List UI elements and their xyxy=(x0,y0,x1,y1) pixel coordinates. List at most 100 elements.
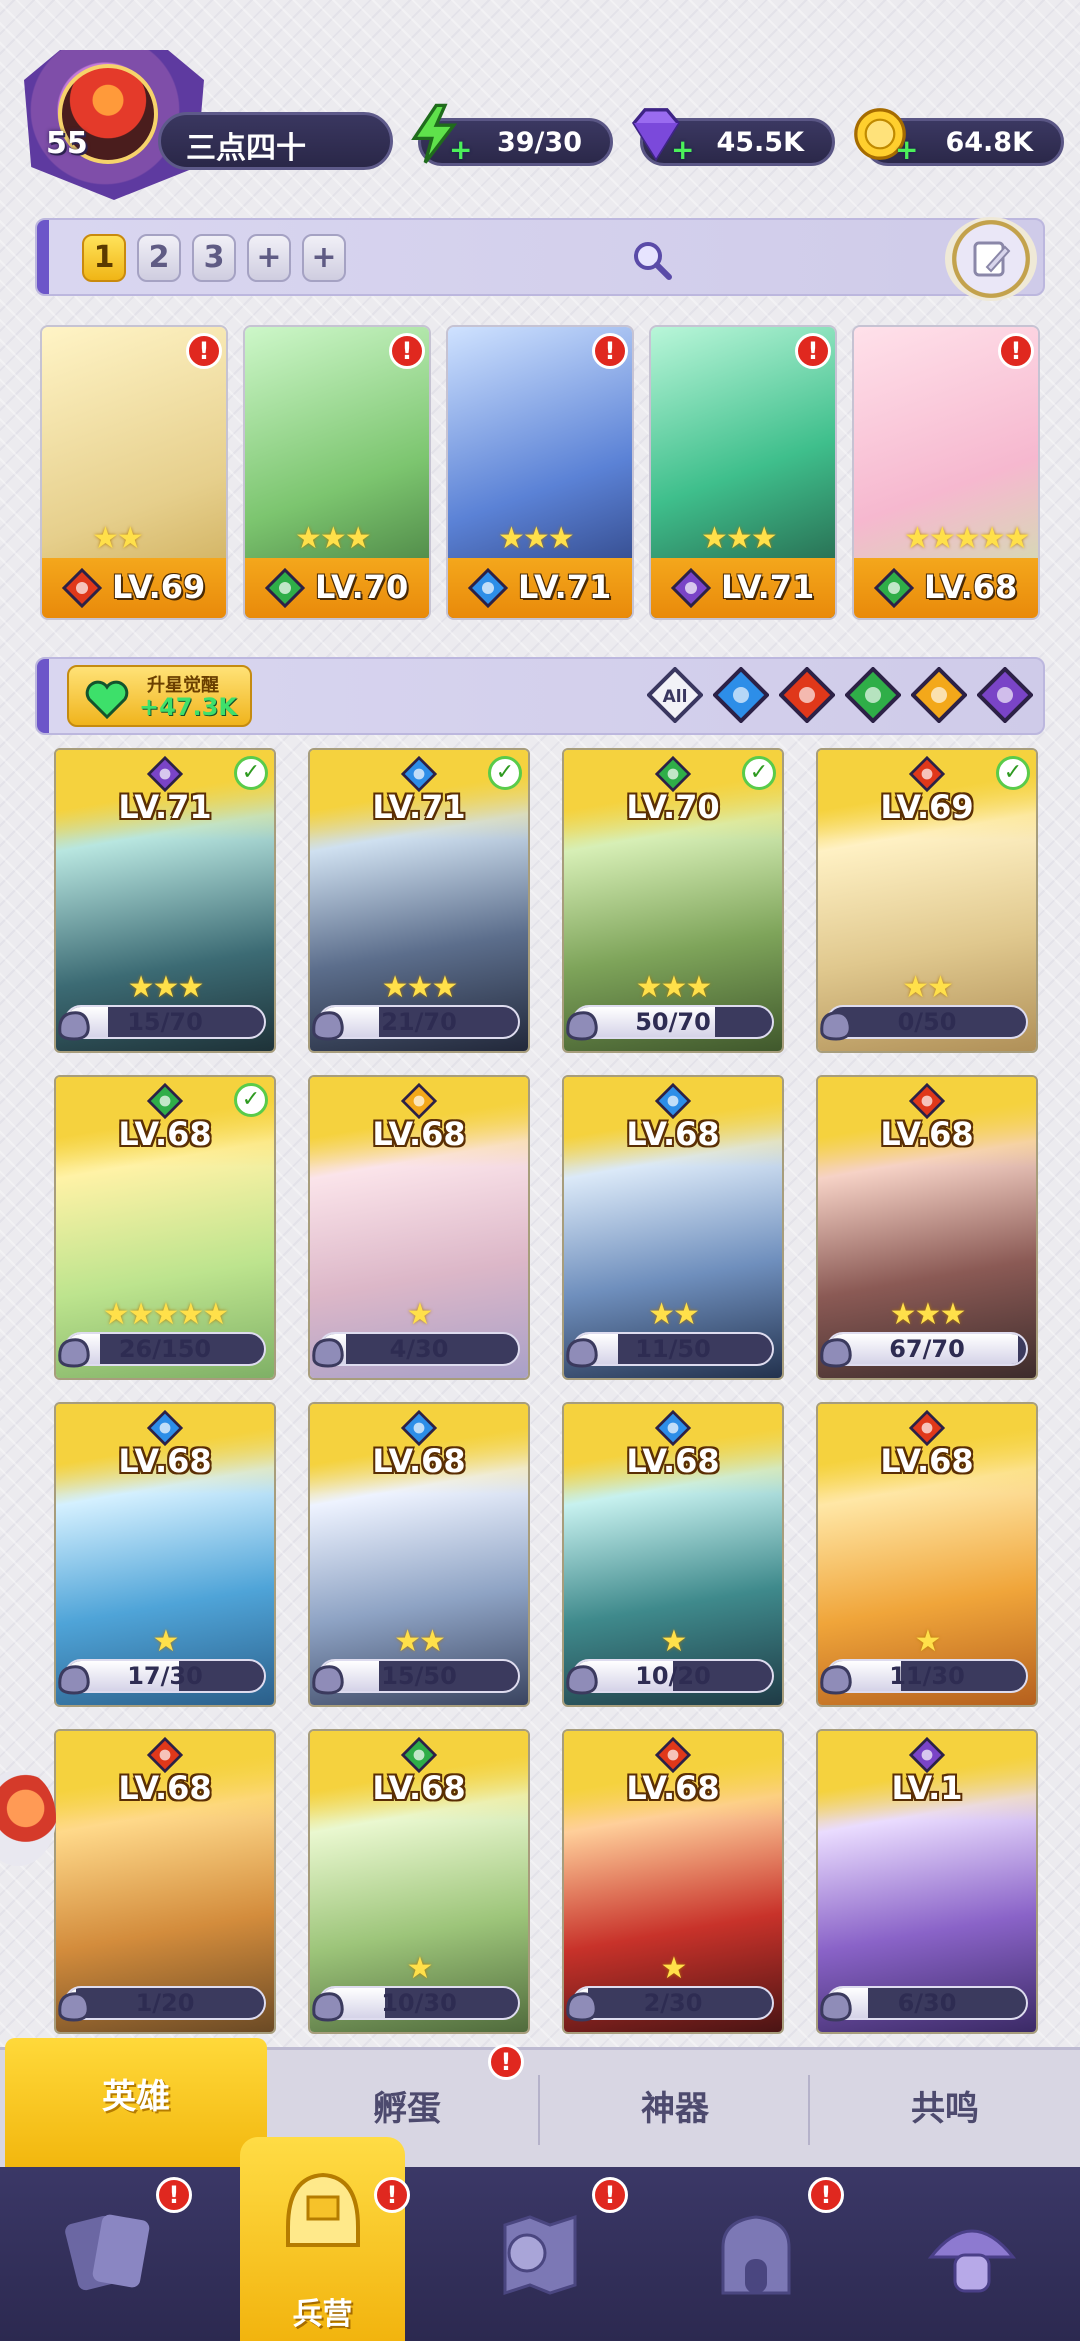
tab-resonance[interactable]: 共鸣 xyxy=(810,2050,1080,2170)
nav-mushroom[interactable] xyxy=(864,2167,1080,2341)
hero-level: LV.68 xyxy=(372,1442,466,1480)
water-element-icon xyxy=(400,755,438,793)
edit-team-button[interactable] xyxy=(945,217,1037,301)
hero-stars: ★★★ xyxy=(701,521,778,556)
hero-fragment-icon xyxy=(566,1338,598,1368)
star-awaken-button[interactable]: 升星觉醒 +47.3K xyxy=(67,665,252,727)
filter-fire-icon[interactable] xyxy=(779,667,835,723)
hero-fragment-icon xyxy=(312,1338,344,1368)
nav-cards[interactable]: ! xyxy=(0,2167,216,2341)
add-team-button-2[interactable]: + xyxy=(302,234,346,282)
tab-artifacts[interactable]: 神器 xyxy=(540,2050,810,2170)
check-icon: ✓ xyxy=(488,756,522,790)
add-team-button[interactable]: + xyxy=(247,234,291,282)
fire-element-icon xyxy=(908,755,946,793)
hero-card[interactable]: LV.68 1/20 xyxy=(54,1729,276,2034)
hero-fragment-icon xyxy=(58,1992,90,2022)
gem-resource[interactable]: + 45.5K xyxy=(631,108,835,166)
nav-barracks[interactable]: 兵营 ! xyxy=(240,2137,410,2341)
filter-light-icon[interactable] xyxy=(911,667,967,723)
edit-icon xyxy=(973,241,1011,277)
hero-stars: ★★★★★ xyxy=(904,521,1030,556)
hero-card[interactable]: LV.68 ★★ 15/50 xyxy=(308,1402,530,1707)
water-element-icon xyxy=(467,567,509,609)
hero-level: LV.71 xyxy=(518,568,612,606)
hero-stars: ★★★ xyxy=(381,970,459,1005)
barracks-alert-icon: ! xyxy=(374,2177,410,2213)
hero-stars: ★★★ xyxy=(295,521,372,556)
search-icon[interactable] xyxy=(630,238,674,282)
hero-fragment-icon xyxy=(58,1338,90,1368)
hero-card[interactable]: ✓ LV.71 ★★★ 21/70 xyxy=(308,748,530,1053)
hero-stars: ★★ xyxy=(92,521,144,556)
water-element-icon xyxy=(654,1082,692,1120)
hero-card[interactable]: LV.68 ★ 11/30 xyxy=(816,1402,1038,1707)
hero-card[interactable]: LV.68 ★ 4/30 xyxy=(308,1075,530,1380)
hero-card[interactable]: LV.68 ★★★ 67/70 xyxy=(816,1075,1038,1380)
team-hero-card[interactable]: ★★★★★ LV.68 ! xyxy=(852,325,1040,620)
filter-wind-icon[interactable] xyxy=(845,667,901,723)
tab-heroes[interactable]: 英雄 xyxy=(5,2038,267,2170)
hero-card[interactable]: ✓ LV.68 ★★★★★ 26/150 xyxy=(54,1075,276,1380)
nav-map[interactable]: ! xyxy=(432,2167,648,2341)
hero-card[interactable]: LV.68 ★ 2/30 xyxy=(562,1729,784,2034)
sub-tabs: 英雄 孵蛋 ! 神器 共鸣 xyxy=(0,2038,1080,2170)
team-selector-bar: 1 2 3 + + xyxy=(35,217,1045,301)
castle-icon xyxy=(721,2215,791,2295)
hero-card[interactable]: LV.68 ★ 10/30 xyxy=(308,1729,530,2034)
hero-stars: ★★ xyxy=(902,970,954,1005)
check-icon: ✓ xyxy=(234,756,268,790)
map-alert-icon: ! xyxy=(592,2177,628,2213)
hero-fragment-icon xyxy=(566,1011,598,1041)
add-gems-icon[interactable]: + xyxy=(671,133,694,166)
team-hero-card[interactable]: ★★★ LV.71 ! xyxy=(446,325,634,620)
wind-element-icon xyxy=(146,1082,184,1120)
hero-stars: ★ xyxy=(406,1951,434,1986)
hero-level: LV.68 xyxy=(880,1442,974,1480)
team-hero-card[interactable]: ★★★ LV.70 ! xyxy=(243,325,431,620)
hero-card[interactable]: ✓ LV.71 ★★★ 15/70 xyxy=(54,748,276,1053)
hero-level: LV.68 xyxy=(880,1115,974,1153)
add-energy-icon[interactable]: + xyxy=(449,133,472,166)
hero-card[interactable]: LV.68 ★★ 11/50 xyxy=(562,1075,784,1380)
helmet-icon xyxy=(286,2172,360,2247)
filter-water-icon[interactable] xyxy=(713,667,769,723)
gold-resource[interactable]: + 64.8K xyxy=(854,108,1064,166)
hero-alert-icon: ! xyxy=(998,333,1034,369)
gold-value: 64.8K xyxy=(945,127,1033,158)
hero-level: LV.68 xyxy=(118,1115,212,1153)
check-icon: ✓ xyxy=(996,756,1030,790)
chat-avatar-bubble[interactable] xyxy=(0,1770,56,1866)
hero-level: LV.70 xyxy=(315,568,409,606)
nav-castle[interactable]: ! xyxy=(648,2167,864,2341)
hero-stars: ★★★ xyxy=(635,970,713,1005)
team-tab-2[interactable]: 2 xyxy=(137,234,181,282)
player-name-pill: 三点四十 xyxy=(158,112,393,170)
light-element-icon xyxy=(400,1082,438,1120)
team-tab-3[interactable]: 3 xyxy=(192,234,236,282)
energy-value: 39/30 xyxy=(496,127,582,158)
hero-stars: ★★ xyxy=(394,1624,446,1659)
team-hero-card[interactable]: ★★★ LV.71 ! xyxy=(649,325,837,620)
energy-resource[interactable]: + 39/30 xyxy=(411,103,613,166)
filter-all-icon[interactable]: All xyxy=(647,667,703,723)
hero-card[interactable]: LV.1 6/30 xyxy=(816,1729,1038,2034)
add-gold-icon[interactable]: + xyxy=(895,133,918,166)
hero-alert-icon: ! xyxy=(389,333,425,369)
hero-card[interactable]: ✓ LV.69 ★★ 0/50 xyxy=(816,748,1038,1053)
hero-card[interactable]: LV.68 ★ 10/20 xyxy=(562,1402,784,1707)
hero-stars: ★ xyxy=(660,1624,688,1659)
hero-alert-icon: ! xyxy=(795,333,831,369)
team-hero-card[interactable]: ★★ LV.69 ! xyxy=(40,325,228,620)
player-level: 55 xyxy=(46,126,88,161)
team-tab-1[interactable]: 1 xyxy=(82,234,126,282)
hero-stars: ★★★ xyxy=(127,970,205,1005)
hero-card[interactable]: LV.68 ★ 17/30 xyxy=(54,1402,276,1707)
player-profile[interactable]: 55 三点四十 xyxy=(18,44,393,200)
hero-level: LV.70 xyxy=(626,788,720,826)
hero-level: LV.1 xyxy=(891,1769,963,1807)
filter-dark-icon[interactable] xyxy=(977,667,1033,723)
hero-stars: ★ xyxy=(406,1297,434,1332)
hero-card[interactable]: ✓ LV.70 ★★★ 50/70 xyxy=(562,748,784,1053)
fire-element-icon xyxy=(146,1736,184,1774)
